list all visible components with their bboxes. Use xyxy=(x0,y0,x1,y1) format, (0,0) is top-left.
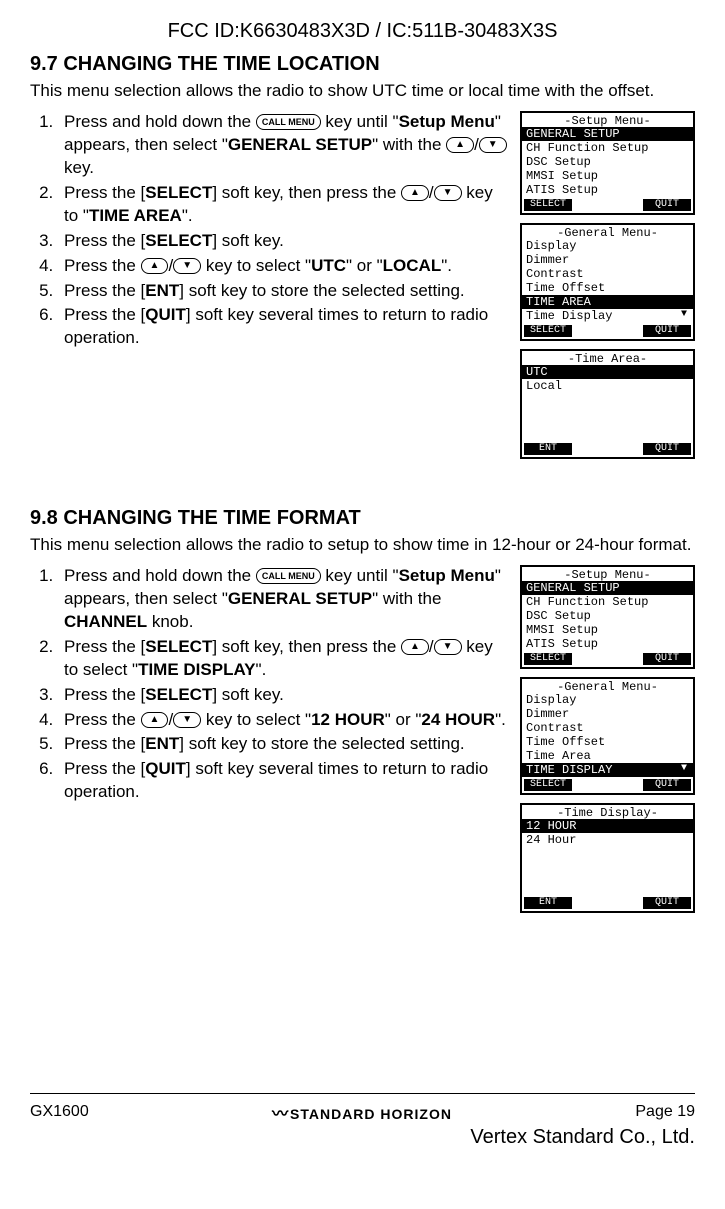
softkey-quit: QUIT xyxy=(643,653,691,665)
down-key-icon: ▼ xyxy=(173,712,201,728)
step-4: Press the ▲/▼ key to select "12 HOUR" or… xyxy=(58,709,510,732)
down-key-icon: ▼ xyxy=(479,137,507,153)
section-98-title: 9.8 CHANGING THE TIME FORMAT xyxy=(30,507,695,530)
step-6: Press the [QUIT] soft key several times … xyxy=(58,758,510,804)
up-key-icon: ▲ xyxy=(401,639,429,655)
lcd-setup-menu: -Setup Menu- GENERAL SETUP CH Function S… xyxy=(520,565,695,669)
scroll-down-icon: ▼ xyxy=(681,310,689,320)
section-98-screens: -Setup Menu- GENERAL SETUP CH Function S… xyxy=(520,565,695,921)
up-key-icon: ▲ xyxy=(446,137,474,153)
down-key-icon: ▼ xyxy=(173,258,201,274)
step-2: Press the [SELECT] soft key, then press … xyxy=(58,182,510,228)
section-97-intro: This menu selection allows the radio to … xyxy=(30,80,695,103)
section-98-steps: Press and hold down the CALL MENU key un… xyxy=(30,565,510,921)
call-menu-key-icon: CALL MENU xyxy=(256,568,321,584)
section-97-steps: Press and hold down the CALL MENU key un… xyxy=(30,111,510,467)
softkey-quit: QUIT xyxy=(643,325,691,337)
lcd-time-area: -Time Area- UTC Local ENT QUIT xyxy=(520,349,695,459)
lcd-general-menu: -General Menu- Display Dimmer Contrast T… xyxy=(520,223,695,341)
call-menu-key-icon: CALL MENU xyxy=(256,114,321,130)
softkey-select: SELECT xyxy=(524,779,572,791)
scroll-down-icon: ▼ xyxy=(681,764,689,774)
lcd-setup-menu: -Setup Menu- GENERAL SETUP CH Function S… xyxy=(520,111,695,215)
brand-logo: 〰 STANDARD HORIZON xyxy=(272,1100,452,1124)
softkey-ent: ENT xyxy=(524,897,572,909)
page-number: Page 19 xyxy=(635,1103,695,1121)
lcd-general-menu: -General Menu- Display Dimmer Contrast T… xyxy=(520,677,695,795)
down-key-icon: ▼ xyxy=(434,639,462,655)
step-3: Press the [SELECT] soft key. xyxy=(58,684,510,707)
step-2: Press the [SELECT] soft key, then press … xyxy=(58,636,510,682)
softkey-quit: QUIT xyxy=(643,199,691,211)
section-97-title: 9.7 CHANGING THE TIME LOCATION xyxy=(30,53,695,76)
softkey-quit: QUIT xyxy=(643,897,691,909)
softkey-quit: QUIT xyxy=(643,779,691,791)
section-98-intro: This menu selection allows the radio to … xyxy=(30,534,695,557)
softkey-select: SELECT xyxy=(524,653,572,665)
step-1: Press and hold down the CALL MENU key un… xyxy=(58,565,510,634)
lcd-time-display: -Time Display- 12 HOUR 24 Hour ENT QUIT xyxy=(520,803,695,913)
softkey-select: SELECT xyxy=(524,325,572,337)
softkey-quit: QUIT xyxy=(643,443,691,455)
step-5: Press the [ENT] soft key to store the se… xyxy=(58,280,510,303)
up-key-icon: ▲ xyxy=(141,712,169,728)
model-number: GX1600 xyxy=(30,1103,89,1121)
down-key-icon: ▼ xyxy=(434,185,462,201)
softkey-select: SELECT xyxy=(524,199,572,211)
fcc-id: FCC ID:K6630483X3D / IC:511B-30483X3S xyxy=(30,20,695,43)
step-6: Press the [QUIT] soft key several times … xyxy=(58,304,510,350)
step-1: Press and hold down the CALL MENU key un… xyxy=(58,111,510,180)
up-key-icon: ▲ xyxy=(141,258,169,274)
wave-icon: 〰 xyxy=(272,1106,285,1123)
softkey-ent: ENT xyxy=(524,443,572,455)
step-3: Press the [SELECT] soft key. xyxy=(58,230,510,253)
up-key-icon: ▲ xyxy=(401,185,429,201)
section-97-screens: -Setup Menu- GENERAL SETUP CH Function S… xyxy=(520,111,695,467)
step-5: Press the [ENT] soft key to store the se… xyxy=(58,733,510,756)
company-name: Vertex Standard Co., Ltd. xyxy=(0,1126,725,1159)
step-4: Press the ▲/▼ key to select "UTC" or "LO… xyxy=(58,255,510,278)
